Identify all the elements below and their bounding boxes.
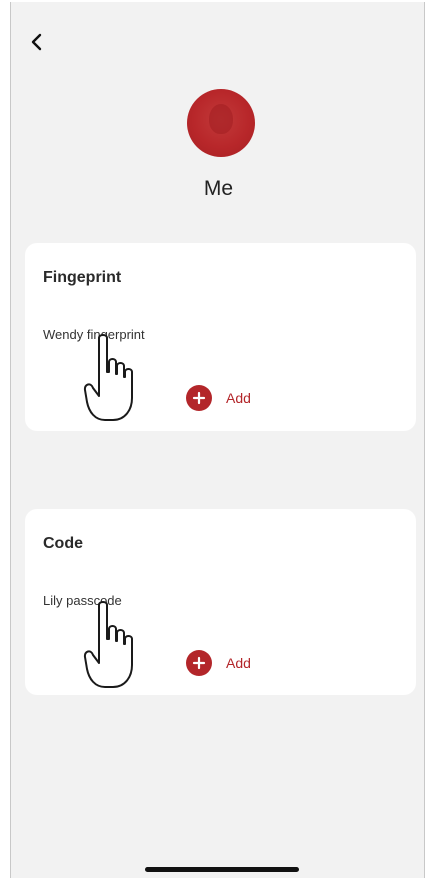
fingerprint-list-item[interactable]: Wendy fingerprint — [43, 327, 145, 342]
code-card: Code Lily passcode Add — [25, 509, 416, 695]
phone-screen: Me Fingeprint Wendy fingerprint Add Code… — [10, 2, 425, 878]
avatar-silhouette-icon — [209, 104, 233, 134]
profile-name: Me — [203, 177, 234, 200]
plus-circle-icon — [186, 650, 212, 676]
code-card-title: Code — [43, 535, 83, 552]
code-list-item[interactable]: Lily passcode — [43, 593, 122, 608]
plus-circle-icon — [186, 385, 212, 411]
fingerprint-card: Fingeprint Wendy fingerprint Add — [25, 243, 416, 431]
add-fingerprint-label: Add — [226, 390, 251, 406]
back-button[interactable] — [23, 28, 51, 56]
avatar — [187, 89, 255, 157]
add-code-button[interactable]: Add — [186, 650, 251, 676]
add-fingerprint-button[interactable]: Add — [186, 385, 251, 411]
add-code-label: Add — [226, 655, 251, 671]
fingerprint-card-title: Fingeprint — [43, 269, 122, 286]
chevron-left-icon — [31, 33, 42, 51]
home-indicator[interactable] — [145, 867, 299, 872]
